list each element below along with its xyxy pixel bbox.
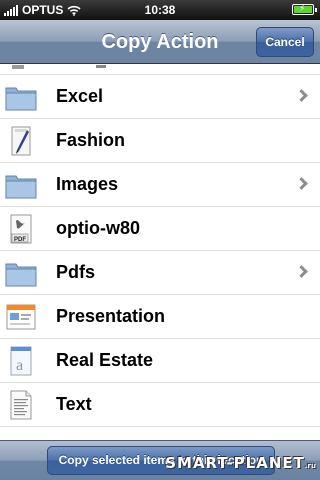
list-item[interactable]: Pdfs	[0, 251, 320, 295]
list-item[interactable]: PDF optio-w80	[0, 207, 320, 251]
folder-icon	[5, 263, 37, 287]
presentation-file-icon	[6, 304, 36, 330]
list-item-label: optio-w80	[56, 218, 140, 238]
cancel-button[interactable]: Cancel	[256, 27, 314, 57]
svg-text:PDF: PDF	[14, 237, 26, 243]
svg-text:a: a	[16, 357, 23, 374]
chevron-right-icon	[295, 177, 308, 190]
document-quill-icon	[11, 126, 31, 156]
status-bar: OPTUS 10:38	[0, 0, 320, 20]
pdf-file-icon: PDF	[10, 214, 32, 244]
folder-icon	[5, 175, 37, 199]
list-item[interactable]: Text	[0, 383, 320, 427]
list-item-label: Images	[56, 174, 119, 194]
chevron-right-icon	[295, 89, 308, 102]
chevron-right-icon	[295, 265, 308, 278]
list-item-label: Fashion	[56, 130, 126, 150]
list-item[interactable]: Fashion	[0, 119, 320, 163]
plain-text-file-icon	[10, 390, 32, 420]
list-item-label: Pdfs	[56, 262, 96, 282]
text-document-icon: a	[10, 346, 32, 376]
navigation-bar: Copy Action Cancel	[0, 20, 320, 64]
list-item[interactable]: Excel	[0, 75, 320, 119]
list-item-partial-bottom	[0, 427, 320, 437]
list-item-label: Presentation	[56, 306, 166, 326]
folder-icon	[5, 87, 37, 111]
battery-icon	[292, 3, 317, 15]
watermark-suffix: .ru	[304, 462, 316, 470]
list-item[interactable]: Images	[0, 163, 320, 207]
clock: 10:38	[144, 3, 176, 17]
list-item[interactable]: a Real Estate	[0, 339, 320, 383]
list-item-label: Excel	[56, 86, 104, 106]
list-item-label: Real Estate	[56, 350, 154, 370]
list-item-label: Text	[56, 394, 92, 414]
watermark-logo: SMART-PLANET.ru	[165, 454, 316, 472]
battery-level	[294, 3, 312, 14]
list-item-partial-top	[0, 65, 320, 75]
file-list[interactable]: Excel Fashion Images PDF optio-w80 Pdfs …	[0, 65, 320, 440]
list-item[interactable]: Presentation	[0, 295, 320, 339]
watermark-text: SMART-PLANET	[165, 454, 305, 472]
